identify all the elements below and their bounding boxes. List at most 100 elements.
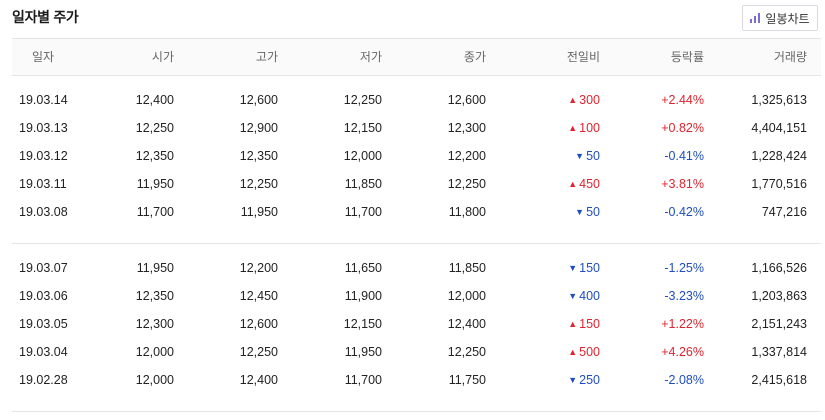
table-row: 19.03.12 12,350 12,350 12,000 12,200 ▼ 50 -0.41… — [12, 142, 821, 170]
cell-low: 12,150 — [343, 317, 382, 331]
cell-low: 11,650 — [344, 261, 382, 275]
cell-change: ▲ 300 — [528, 86, 600, 114]
cell-high: 12,350 — [239, 149, 278, 163]
down-triangle-icon: ▼ — [568, 263, 578, 273]
cell-rate: -3.23% — [664, 289, 704, 303]
cell-open: 11,950 — [136, 261, 174, 275]
column-header-high: 고가 — [255, 50, 278, 64]
column-header-change: 전일비 — [566, 50, 600, 64]
cell-open: 12,250 — [135, 121, 174, 135]
cell-change: ▲ 100 — [528, 114, 600, 142]
change-value: 500 — [579, 345, 600, 359]
cell-close: 12,250 — [447, 177, 486, 191]
cell-high: 12,450 — [239, 289, 278, 303]
cell-date: 19.03.06 — [19, 289, 68, 303]
cell-low: 11,900 — [344, 289, 382, 303]
column-header-close: 종가 — [463, 50, 486, 64]
section-title: 일자별 주가 — [12, 9, 79, 25]
cell-high: 12,250 — [239, 345, 278, 359]
cell-rate: +2.44% — [661, 93, 704, 107]
table-row-group: 19.03.07 11,950 12,200 11,650 11,850 ▼ 150 -1.2… — [12, 244, 821, 412]
table-header: 일자 시가 고가 저가 종가 전일비 등락률 거래량 — [12, 38, 821, 76]
change-value: 450 — [579, 177, 600, 191]
cell-rate: +4.26% — [661, 345, 704, 359]
table-row: 19.03.08 11,700 11,950 11,700 11,800 ▼ 50 -0.42… — [12, 198, 821, 226]
cell-high: 11,950 — [240, 205, 278, 219]
cell-close: 12,250 — [447, 345, 486, 359]
change-value: 400 — [579, 289, 600, 303]
cell-volume: 747,216 — [761, 205, 807, 219]
table-row: 19.03.14 12,400 12,600 12,250 12,600 ▲ 300 +2.4… — [12, 86, 821, 114]
up-triangle-icon: ▲ — [568, 179, 578, 189]
down-triangle-icon: ▼ — [568, 375, 578, 385]
daily-chart-button[interactable]: 일봉차트 — [742, 5, 818, 31]
cell-open: 11,700 — [136, 205, 174, 219]
change-value: 300 — [579, 93, 600, 107]
change-value: 50 — [586, 205, 600, 219]
change-value: 250 — [579, 373, 600, 387]
section-header: 일자별 주가 일봉차트 — [0, 0, 825, 36]
cell-high: 12,200 — [239, 261, 278, 275]
cell-rate: -0.41% — [664, 149, 704, 163]
cell-rate: -2.08% — [664, 373, 704, 387]
cell-rate: +3.81% — [661, 177, 704, 191]
up-triangle-icon: ▲ — [568, 319, 578, 329]
down-triangle-icon: ▼ — [568, 291, 578, 301]
cell-high: 12,600 — [239, 93, 278, 107]
cell-close: 11,750 — [448, 373, 486, 387]
cell-close: 11,800 — [448, 205, 486, 219]
cell-low: 12,250 — [343, 93, 382, 107]
cell-high: 12,900 — [239, 121, 278, 135]
column-header-volume: 거래량 — [773, 50, 807, 64]
column-header-low: 저가 — [359, 50, 382, 64]
cell-volume: 1,337,814 — [751, 345, 807, 359]
cell-close: 12,600 — [447, 93, 486, 107]
cell-open: 12,400 — [135, 93, 174, 107]
cell-volume: 1,228,424 — [751, 149, 807, 163]
column-header-rate: 등락률 — [670, 50, 704, 64]
cell-high: 12,400 — [239, 373, 278, 387]
cell-open: 12,300 — [135, 317, 174, 331]
up-triangle-icon: ▲ — [568, 123, 578, 133]
cell-volume: 1,203,863 — [751, 289, 807, 303]
up-triangle-icon: ▲ — [568, 347, 578, 357]
cell-date: 19.03.13 — [19, 121, 68, 135]
table-row: 19.03.04 12,000 12,250 11,950 12,250 ▲ 500 +4.2… — [12, 338, 821, 366]
cell-date: 19.03.14 — [19, 93, 68, 107]
change-value: 100 — [579, 121, 600, 135]
cell-volume: 2,415,618 — [751, 373, 807, 387]
cell-open: 11,950 — [136, 177, 174, 191]
table-row: 19.02.28 12,000 12,400 11,700 11,750 ▼ 250 -2.0… — [12, 366, 821, 394]
cell-date: 19.03.05 — [19, 317, 68, 331]
cell-date: 19.03.04 — [19, 345, 68, 359]
daily-price-table: 일자 시가 고가 저가 종가 전일비 등락률 거래량 19.03.14 12,40… — [12, 38, 821, 412]
cell-close: 12,300 — [447, 121, 486, 135]
down-triangle-icon: ▼ — [575, 151, 585, 161]
cell-low: 11,700 — [344, 373, 382, 387]
bar-chart-icon — [750, 13, 761, 23]
cell-close: 12,000 — [447, 289, 486, 303]
up-triangle-icon: ▲ — [568, 95, 578, 105]
cell-low: 11,850 — [344, 177, 382, 191]
cell-close: 12,400 — [447, 317, 486, 331]
cell-change: ▼ 250 — [528, 366, 600, 394]
table-row: 19.03.11 11,950 12,250 11,850 12,250 ▲ 450 +3.8… — [12, 170, 821, 198]
cell-date: 19.03.12 — [19, 149, 68, 163]
table-row: 19.03.06 12,350 12,450 11,900 12,000 ▼ 400 -3.2… — [12, 282, 821, 310]
cell-open: 12,350 — [135, 149, 174, 163]
cell-change: ▼ 400 — [528, 282, 600, 310]
cell-open: 12,350 — [135, 289, 174, 303]
change-value: 150 — [579, 317, 600, 331]
cell-volume: 1,770,516 — [751, 177, 807, 191]
cell-volume: 2,151,243 — [751, 317, 807, 331]
cell-volume: 1,166,526 — [751, 261, 807, 275]
table-row: 19.03.13 12,250 12,900 12,150 12,300 ▲ 100 +0.8… — [12, 114, 821, 142]
cell-volume: 1,325,613 — [751, 93, 807, 107]
cell-rate: -1.25% — [664, 261, 704, 275]
change-value: 50 — [586, 149, 600, 163]
table-row: 19.03.07 11,950 12,200 11,650 11,850 ▼ 150 -1.2… — [12, 254, 821, 282]
cell-change: ▼ 50 — [528, 198, 600, 226]
cell-date: 19.03.11 — [19, 177, 67, 191]
cell-change: ▲ 150 — [528, 310, 600, 338]
cell-close: 12,200 — [447, 149, 486, 163]
